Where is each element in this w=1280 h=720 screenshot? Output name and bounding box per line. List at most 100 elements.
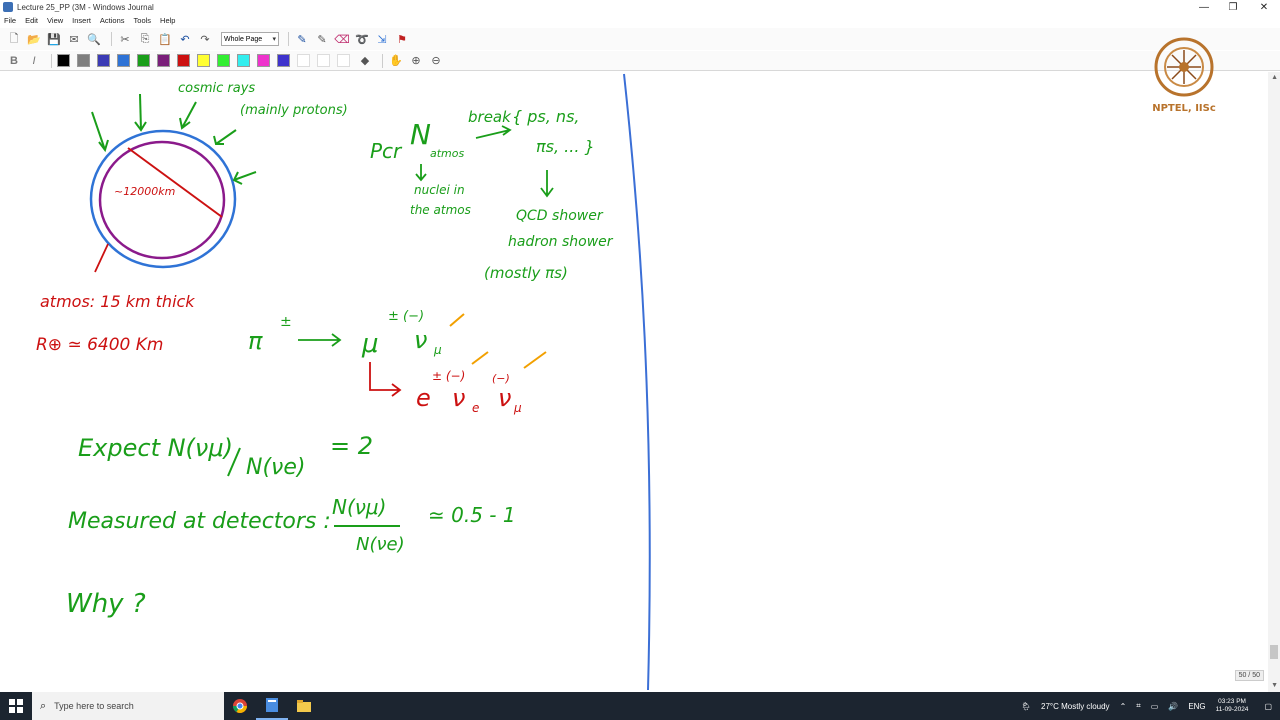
page-counter: 50 / 50 <box>1234 670 1264 681</box>
mostly-pions-label: (mostly πs) <box>484 264 568 282</box>
n-atmos-label: N <box>410 118 431 151</box>
clock-date: 11-09-2024 <box>1215 706 1249 713</box>
break-arrow <box>475 125 512 139</box>
nu-e-checkmark <box>471 351 489 365</box>
clock[interactable]: 03:23 PM 11-09-2024 <box>1216 698 1249 714</box>
search-placeholder: Type here to search <box>54 701 134 711</box>
copy-icon[interactable]: ⎘ <box>137 31 153 47</box>
menu-tools[interactable]: Tools <box>134 16 152 25</box>
atmos-thickness-label: atmos: 15 km thick <box>40 292 195 311</box>
pen-icon[interactable]: ✎ <box>294 31 310 47</box>
save-icon[interactable]: 💾 <box>46 31 62 47</box>
menu-insert[interactable]: Insert <box>72 16 91 25</box>
bold-icon[interactable]: B <box>6 53 22 69</box>
color-swatch-gray[interactable] <box>77 54 90 67</box>
color-swatch-green[interactable] <box>137 54 150 67</box>
color-swatch-red[interactable] <box>177 54 190 67</box>
insert-space-icon[interactable]: ⇲ <box>374 31 390 47</box>
pan-hand-icon[interactable]: ✋ <box>388 53 404 69</box>
zoom-out-icon[interactable]: ⊖ <box>428 53 444 69</box>
menu-view[interactable]: View <box>47 16 63 25</box>
menu-edit[interactable]: Edit <box>25 16 38 25</box>
nu-e-subscript: e <box>472 401 479 415</box>
color-swatch-blue[interactable] <box>117 54 130 67</box>
the-atmos-label: the atmos <box>410 203 471 217</box>
standard-toolbar: 🗋 📂 💾 ✉ 🔍 ✂ ⎘ 📋 ↶ ↷ Whole Page ✎ ✎ ⌫ ➰ ⇲… <box>0 28 1280 50</box>
color-swatch-navy[interactable] <box>97 54 110 67</box>
color-swatch-white-1[interactable] <box>297 54 310 67</box>
weather-icon[interactable]: 🌦 <box>1021 702 1031 711</box>
highlighter-icon[interactable]: ✎ <box>314 31 330 47</box>
menu-bar: File Edit View Insert Actions Tools Help <box>0 14 1280 27</box>
earth-circle <box>98 140 226 260</box>
flag-icon[interactable]: ⚑ <box>394 31 410 47</box>
pcr-label: Pcr <box>370 139 403 163</box>
qcd-shower-label: QCD shower <box>516 208 604 224</box>
toolbar-divider <box>288 32 289 46</box>
volume-icon[interactable]: 🔊 <box>1168 702 1178 711</box>
notification-icon[interactable]: ▢ <box>1264 702 1272 711</box>
windows-logo-icon <box>9 699 23 713</box>
menu-actions[interactable]: Actions <box>100 16 125 25</box>
tray-overflow-icon[interactable]: ⌃ <box>1120 702 1127 711</box>
zoom-select[interactable]: Whole Page <box>221 32 279 46</box>
find-icon[interactable]: 🔍 <box>86 31 102 47</box>
battery-icon[interactable]: ▭ <box>1151 702 1159 711</box>
eraser-icon[interactable]: ⌫ <box>334 31 350 47</box>
color-swatch-yellow[interactable] <box>197 54 210 67</box>
scrollbar-thumb[interactable] <box>1270 645 1278 659</box>
cosmic-ray-arrows <box>91 93 257 185</box>
break-label: break <box>468 108 512 126</box>
minimize-button[interactable]: — <box>1190 0 1218 14</box>
weather-label[interactable]: 27°C Mostly cloudy <box>1041 702 1110 711</box>
nu-mu-checkmark <box>449 313 465 327</box>
restore-button[interactable]: ❐ <box>1219 0 1247 14</box>
pen-settings-icon[interactable]: ◆ <box>357 53 373 69</box>
color-swatch-lime[interactable] <box>217 54 230 67</box>
nuclei-label: nuclei in <box>414 183 465 197</box>
network-icon[interactable]: ⌗ <box>1136 701 1141 711</box>
color-swatch-purple[interactable] <box>157 54 170 67</box>
window-title: Lecture 25_PP (3M - Windows Journal <box>17 2 154 12</box>
color-swatch-white-2[interactable] <box>317 54 330 67</box>
color-swatch-white-3[interactable] <box>337 54 350 67</box>
cut-icon[interactable]: ✂ <box>117 31 133 47</box>
chrome-icon[interactable] <box>224 692 256 720</box>
italic-icon[interactable]: I <box>26 53 42 69</box>
taskbar-search[interactable]: ⌕ Type here to search <box>32 692 224 720</box>
email-icon[interactable]: ✉ <box>66 31 82 47</box>
color-swatch-magenta[interactable] <box>257 54 270 67</box>
measured-denominator: N(νe) <box>356 534 405 555</box>
scroll-up-icon[interactable]: ▲ <box>1271 74 1278 81</box>
redo-icon[interactable]: ↷ <box>197 31 213 47</box>
journal-taskbar-icon[interactable] <box>256 692 288 720</box>
menu-help[interactable]: Help <box>160 16 175 25</box>
open-icon[interactable]: 📂 <box>26 31 42 47</box>
vertical-scrollbar[interactable] <box>1268 72 1280 692</box>
muon-symbol: μ <box>361 329 379 359</box>
undo-icon[interactable]: ↶ <box>177 31 193 47</box>
lasso-select-icon[interactable]: ➰ <box>354 31 370 47</box>
scroll-down-icon[interactable]: ▼ <box>1271 682 1278 689</box>
color-swatch-indigo[interactable] <box>277 54 290 67</box>
clock-time: 03:23 PM <box>1218 698 1246 705</box>
menu-file[interactable]: File <box>4 16 16 25</box>
journal-app-icon <box>3 2 13 12</box>
cosmic-rays-label: cosmic rays <box>178 81 255 96</box>
start-button[interactable] <box>0 692 32 720</box>
diameter-label: ~12000km <box>114 185 175 198</box>
nu-e-symbol: ν <box>452 384 465 412</box>
color-swatch-cyan[interactable] <box>237 54 250 67</box>
close-button[interactable]: ✕ <box>1250 0 1278 14</box>
atmos-subscript: atmos <box>430 147 464 160</box>
file-explorer-icon[interactable] <box>288 692 320 720</box>
zoom-in-icon[interactable]: ⊕ <box>408 53 424 69</box>
paste-icon[interactable]: 📋 <box>157 31 173 47</box>
atmosphere-circle <box>89 129 237 269</box>
system-tray: 🌦 27°C Mostly cloudy ⌃ ⌗ ▭ 🔊 ENG 03:23 P… <box>1011 692 1280 720</box>
new-note-icon[interactable]: 🗋 <box>6 31 22 47</box>
margin-divider-line <box>623 73 651 691</box>
color-swatch-black[interactable] <box>57 54 70 67</box>
language-indicator[interactable]: ENG <box>1188 702 1205 711</box>
handwriting-canvas[interactable]: ~12000km cosmic rays (mainly protons) at… <box>0 72 1268 692</box>
